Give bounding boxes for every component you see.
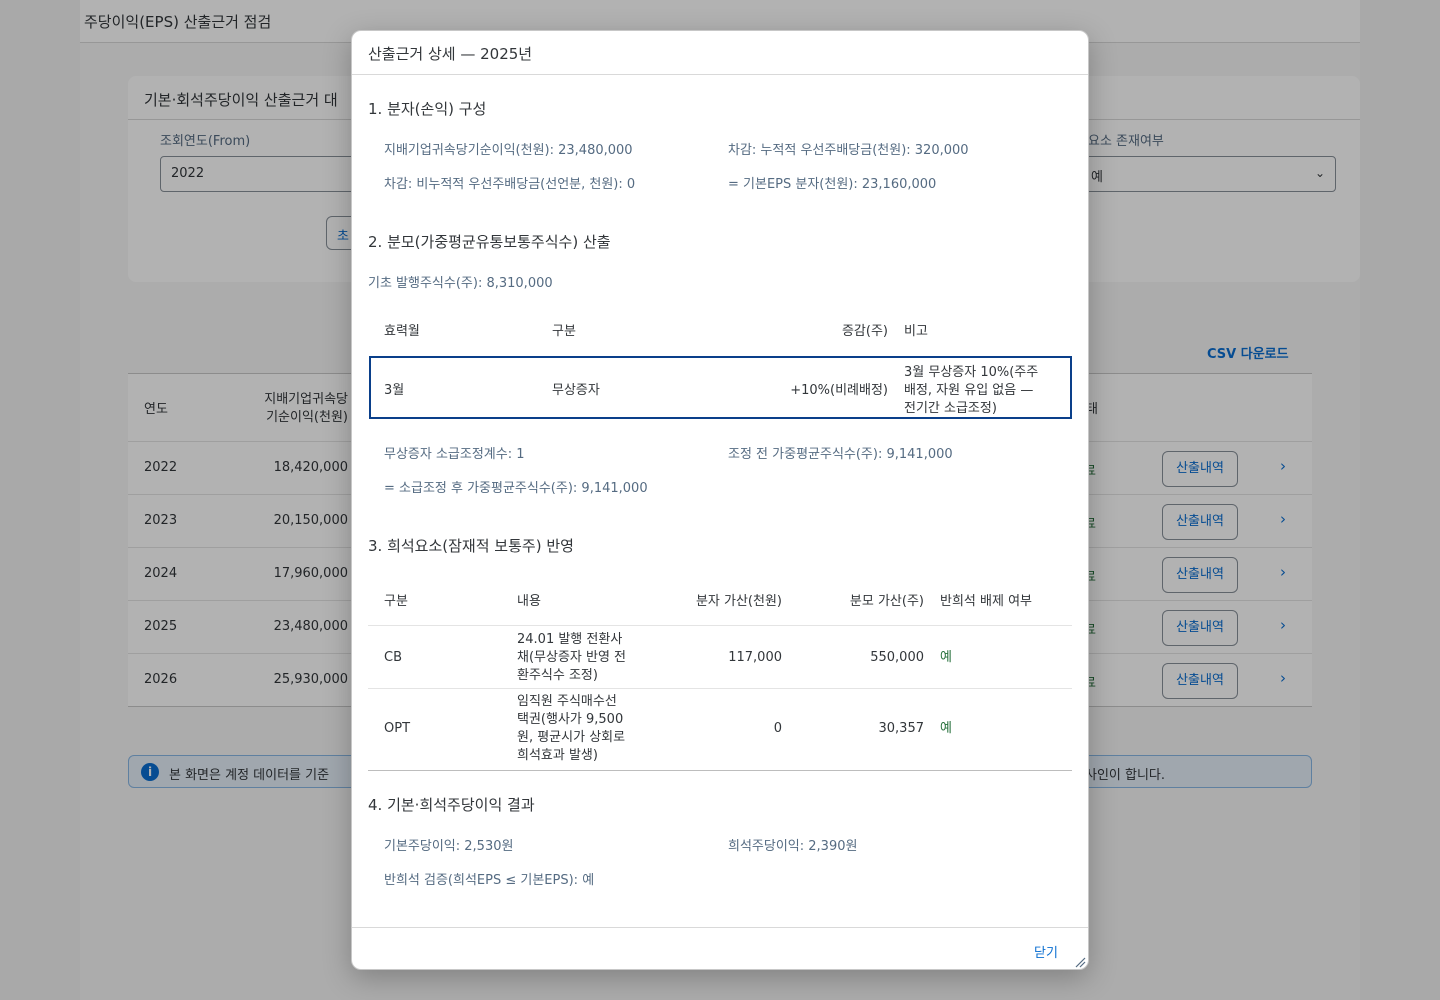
dilution-denominator: 550,000 <box>870 650 924 665</box>
dialog-title: 산출근거 상세 — 2025년 <box>368 45 533 63</box>
dilution-content-line: 택권(행사가 9,500 <box>517 712 624 727</box>
close-button[interactable]: 닫기 <box>1034 942 1058 961</box>
dialog-footer: 닫기 <box>352 927 1088 969</box>
share-change-header-type: 구분 <box>552 324 576 339</box>
net-income-value: 지배기업귀속당기순이익(천원): 23,480,000 <box>384 143 633 158</box>
share-change-type: 무상증자 <box>552 383 600 398</box>
dilution-numerator: 117,000 <box>728 650 782 665</box>
section-3-title: 3. 희석요소(잠재적 보통주) 반영 <box>368 537 574 555</box>
dilution-header-denominator: 분모 가산(주) <box>849 594 924 609</box>
diluted-eps-value: 희석주당이익: 2,390원 <box>728 839 858 854</box>
dilution-numerator: 0 <box>773 721 782 736</box>
dilution-header-type: 구분 <box>384 594 408 609</box>
dilution-type: CB <box>384 650 402 665</box>
dilution-type: OPT <box>384 721 411 736</box>
dilution-header-content: 내용 <box>517 594 541 609</box>
share-change-header-month: 효력월 <box>384 324 420 339</box>
dilution-content-line: 환주식수 조정) <box>517 668 598 683</box>
dilution-content-line: 임직원 주식매수선 <box>517 694 617 709</box>
share-change-amount: +10%(비례배정) <box>790 383 888 398</box>
post-adjust-weighted-shares-value: = 소급조정 후 가중평균주식수(주): 9,141,000 <box>384 481 648 496</box>
opening-shares-value: 기초 발행주식수(주): 8,310,000 <box>368 276 553 291</box>
dialog-header: 산출근거 상세 — 2025년 <box>352 31 1088 75</box>
basic-eps-value: 기본주당이익: 2,530원 <box>384 839 514 854</box>
dilution-antidilution: 예 <box>940 721 952 736</box>
dilution-row-divider <box>368 688 1072 689</box>
share-change-header-change: 증감(주) <box>841 324 888 339</box>
share-change-note-3: 전기간 소급조정) <box>904 401 997 416</box>
basic-eps-numerator-value: = 기본EPS 분자(천원): 23,160,000 <box>728 177 937 192</box>
dilution-content-line: 원, 평균시가 상회로 <box>517 730 626 745</box>
dilution-content-line: 채(무상증자 반영 전 <box>517 650 627 665</box>
dilution-header-antidilution: 반희석 배제 여부 <box>940 594 1032 609</box>
dilution-header-divider <box>368 625 1072 626</box>
section-2-title: 2. 분모(가중평균유통보통주식수) 산출 <box>368 233 611 251</box>
dilution-table-bottom <box>368 770 1072 771</box>
dilution-header-numerator: 분자 가산(천원) <box>695 594 782 609</box>
dilution-denominator: 30,357 <box>878 721 925 736</box>
cum-pref-dividend-value: 차감: 누적적 우선주배당금(천원): 320,000 <box>728 143 969 158</box>
dilution-antidilution: 예 <box>940 650 952 665</box>
section-4-title: 4. 기본·희석주당이익 결과 <box>368 796 535 814</box>
share-change-note-2: 배정, 자원 유입 없음 — <box>904 383 1034 398</box>
share-change-row-selected[interactable]: 3월 무상증자 +10%(비례배정) 3월 무상증자 10%(주주 배정, 자원… <box>369 356 1072 419</box>
dilution-content-line: 희석효과 발생) <box>517 748 598 763</box>
resize-handle-icon[interactable] <box>1074 956 1086 968</box>
share-change-note-1: 3월 무상증자 10%(주주 <box>904 365 1039 380</box>
share-change-header-note: 비고 <box>904 324 928 339</box>
calc-detail-dialog: 산출근거 상세 — 2025년 1. 분자(손익) 구성 지배기업귀속당기순이익… <box>351 30 1089 970</box>
dilution-content-line: 24.01 발행 전환사 <box>517 632 623 647</box>
section-1-title: 1. 분자(손익) 구성 <box>368 100 487 118</box>
noncum-pref-dividend-value: 차감: 비누적적 우선주배당금(선언분, 천원): 0 <box>384 177 636 192</box>
pre-adjust-weighted-shares-value: 조정 전 가중평균주식수(주): 9,141,000 <box>728 447 953 462</box>
antidilution-check-value: 반희석 검증(희석EPS ≤ 기본EPS): 예 <box>384 873 595 888</box>
share-change-month: 3월 <box>384 383 405 398</box>
bonus-issue-factor-value: 무상증자 소급조정계수: 1 <box>384 447 525 462</box>
